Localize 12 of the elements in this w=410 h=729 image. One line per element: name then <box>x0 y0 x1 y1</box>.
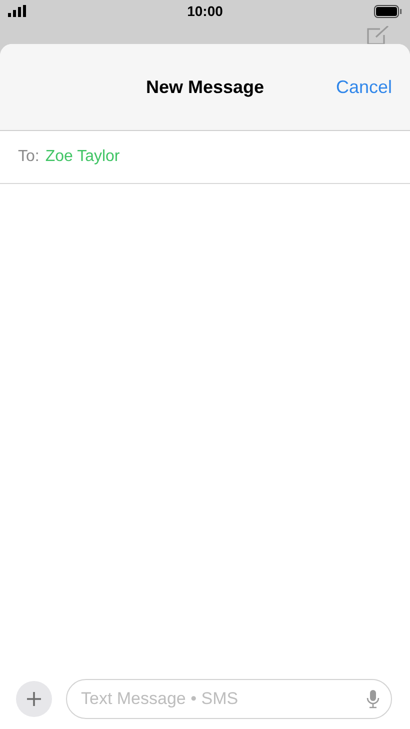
recipient-name[interactable]: Zoe Taylor <box>45 148 120 166</box>
battery-icon <box>374 4 402 18</box>
signal-icon <box>8 5 26 17</box>
status-time: 10:00 <box>186 3 224 19</box>
cancel-button[interactable]: Cancel <box>336 76 392 98</box>
compose-icon <box>366 26 390 44</box>
plus-icon <box>26 691 42 707</box>
message-field[interactable]: Text Message • SMS <box>66 679 392 719</box>
microphone-icon <box>366 689 380 709</box>
sheet-title: New Message <box>146 76 264 98</box>
to-label: To: <box>18 148 40 166</box>
add-button[interactable] <box>16 681 52 717</box>
